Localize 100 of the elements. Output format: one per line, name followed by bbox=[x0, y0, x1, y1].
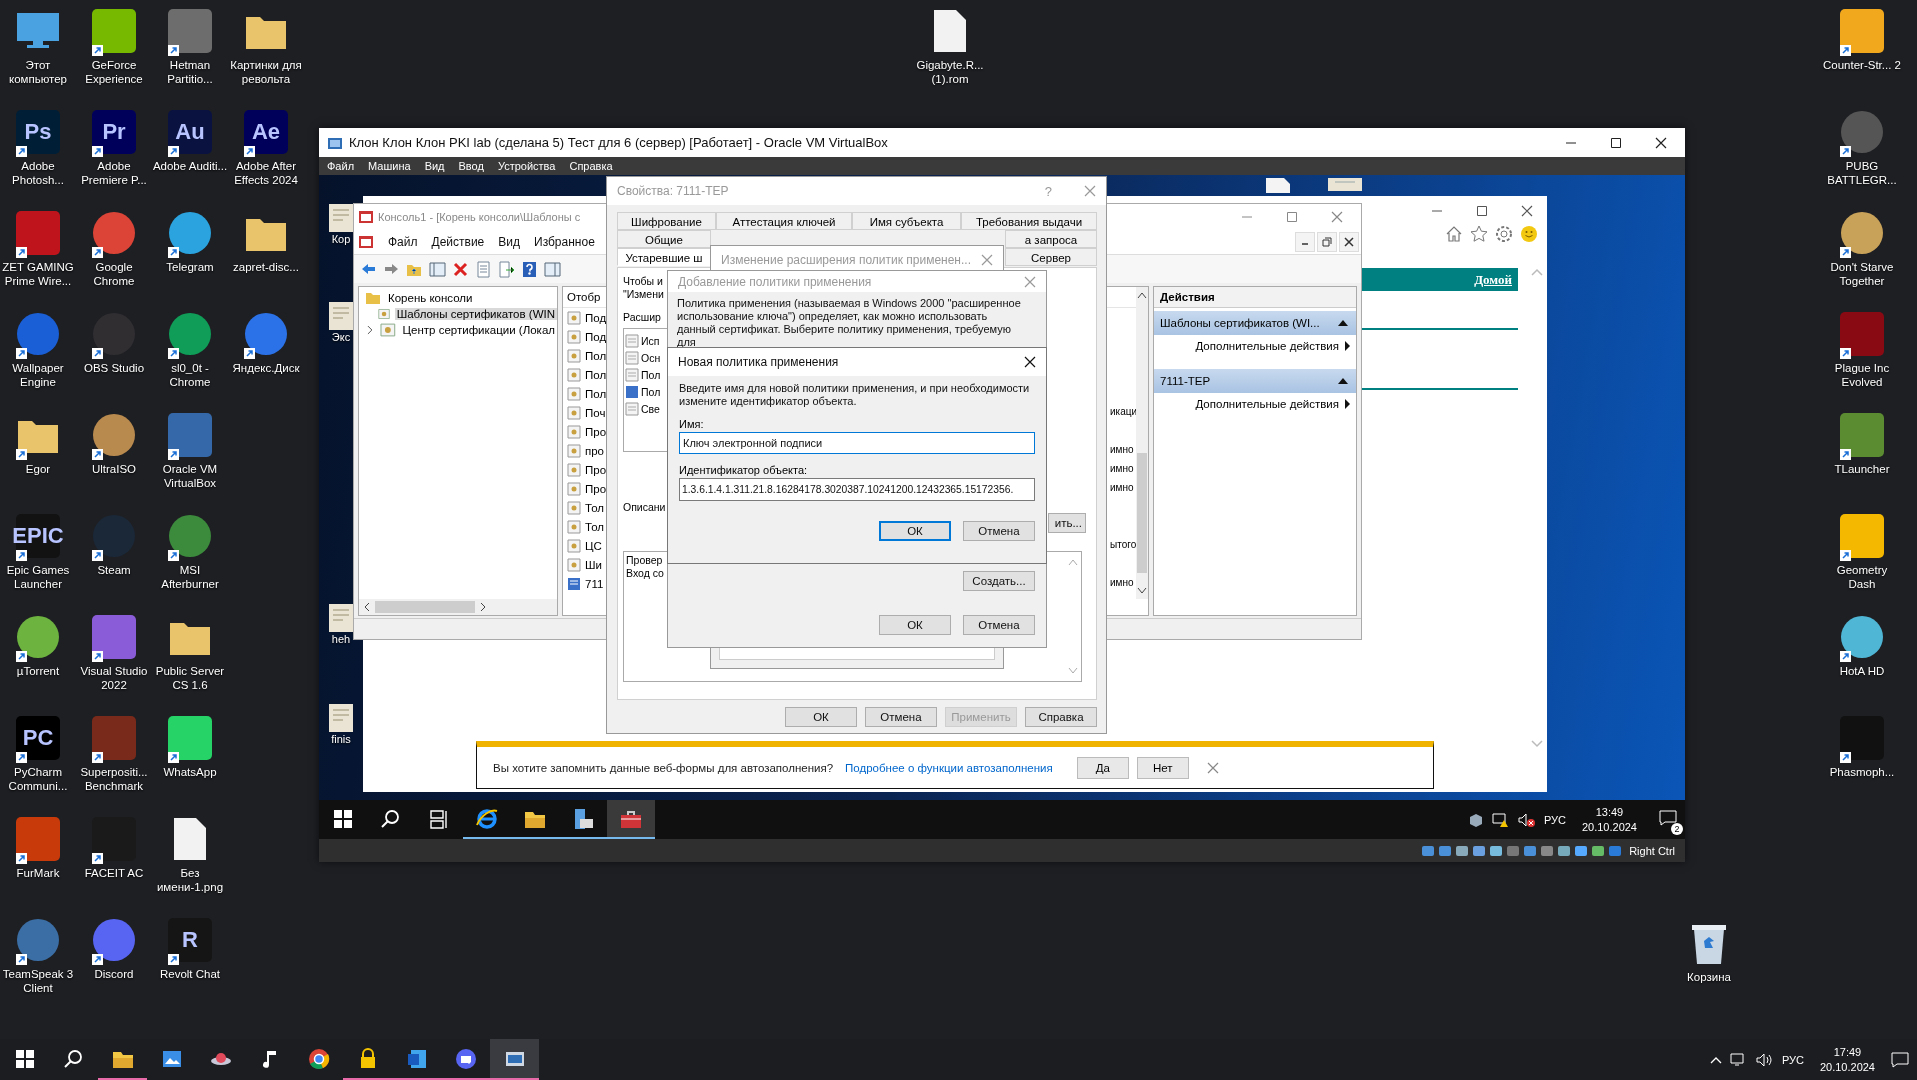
list-item[interactable]: Пол bbox=[641, 368, 661, 381]
virtualization-icon[interactable] bbox=[1574, 843, 1589, 858]
identifier-field[interactable]: 1.3.6.1.4.1.311.21.8.16284178.3020387.10241200.12432365.15172356. bbox=[679, 478, 1035, 501]
monitor-icon[interactable] bbox=[15, 11, 61, 51]
panel-icon[interactable] bbox=[429, 260, 446, 278]
file-icon[interactable] bbox=[933, 9, 967, 53]
list-item[interactable]: Тол bbox=[585, 520, 604, 533]
app-icon[interactable] bbox=[92, 817, 136, 861]
action-group-header[interactable]: 7111-TEP bbox=[1154, 369, 1356, 393]
app-icon[interactable]: Pr bbox=[92, 110, 136, 154]
app-icon[interactable] bbox=[93, 919, 135, 961]
tab[interactable]: Шифрование bbox=[617, 212, 716, 230]
file-icon[interactable] bbox=[328, 301, 354, 331]
arrow-down-icon[interactable] bbox=[1608, 843, 1623, 858]
app-icon[interactable] bbox=[93, 515, 135, 557]
dialog-button[interactable]: Отмена bbox=[865, 707, 937, 727]
dialog-button[interactable]: ОК bbox=[879, 521, 951, 541]
network-icon[interactable] bbox=[1472, 843, 1487, 858]
app-icon[interactable] bbox=[1841, 212, 1883, 254]
menu-item[interactable]: Справка bbox=[569, 160, 613, 172]
list-item[interactable]: Про bbox=[585, 482, 607, 495]
home-link[interactable]: Домой bbox=[1474, 271, 1512, 288]
audio-icon[interactable] bbox=[1455, 843, 1470, 858]
certificate-icon[interactable] bbox=[1327, 177, 1363, 191]
edit-button[interactable]: ить... bbox=[1048, 513, 1086, 533]
name-field[interactable]: Ключ электронной подписи bbox=[679, 432, 1035, 454]
list-item[interactable]: Тол bbox=[585, 501, 604, 514]
chevron-up-icon[interactable] bbox=[1137, 291, 1148, 299]
tab[interactable]: Устаревшие ш bbox=[617, 248, 711, 266]
app-icon[interactable] bbox=[245, 313, 287, 355]
help-icon[interactable] bbox=[521, 260, 538, 278]
notification-button[interactable]: Нет bbox=[1136, 756, 1189, 779]
app-icon[interactable] bbox=[169, 212, 211, 254]
volume-muted-icon[interactable] bbox=[1517, 811, 1536, 828]
restore-icon[interactable] bbox=[1321, 236, 1333, 248]
export-icon[interactable] bbox=[498, 260, 515, 278]
app-icon[interactable] bbox=[169, 515, 211, 557]
star-icon[interactable] bbox=[1470, 225, 1488, 243]
usb-icon[interactable] bbox=[1489, 843, 1504, 858]
clock-time[interactable]: 17:49 bbox=[1833, 1044, 1862, 1060]
menu-item[interactable]: Вид bbox=[498, 235, 520, 249]
home-icon[interactable] bbox=[1445, 225, 1463, 243]
notification-icon[interactable] bbox=[1891, 1051, 1909, 1068]
file-icon[interactable] bbox=[1265, 177, 1291, 193]
tab[interactable]: Имя субъекта bbox=[852, 212, 961, 230]
chevron-down-icon[interactable] bbox=[1137, 587, 1148, 595]
app-icon[interactable]: R bbox=[168, 918, 212, 962]
tab[interactable]: Аттестация ключей bbox=[716, 212, 852, 230]
panel-icon[interactable] bbox=[544, 260, 561, 278]
app-icon[interactable]: PC bbox=[16, 716, 60, 760]
action-item[interactable]: Дополнительные действия bbox=[1154, 393, 1356, 415]
menu-item[interactable]: Действие bbox=[431, 235, 485, 249]
file-icon[interactable] bbox=[328, 603, 354, 633]
dialog-button[interactable]: Справка bbox=[1025, 707, 1097, 727]
list-item[interactable]: про bbox=[585, 444, 605, 457]
network-warning-icon[interactable] bbox=[1491, 811, 1510, 828]
settings-icon[interactable] bbox=[1495, 225, 1513, 243]
list-item[interactable]: 711 bbox=[585, 577, 604, 590]
app-icon[interactable] bbox=[1840, 716, 1884, 760]
list-item[interactable]: Ши bbox=[585, 558, 602, 571]
dialog-button[interactable]: ОК bbox=[785, 707, 857, 727]
app-icon[interactable] bbox=[1840, 312, 1884, 356]
delete-icon[interactable] bbox=[452, 260, 469, 278]
app-icon[interactable] bbox=[17, 919, 59, 961]
tab[interactable]: Требования выдачи bbox=[961, 212, 1097, 230]
tab[interactable]: Сервер bbox=[1005, 248, 1097, 266]
dialog-button[interactable]: ОК bbox=[879, 615, 951, 635]
list-item[interactable]: Пол bbox=[641, 385, 661, 398]
close-icon[interactable] bbox=[1521, 205, 1533, 217]
list-item[interactable]: Под bbox=[585, 330, 607, 343]
menu-item[interactable]: Файл bbox=[327, 160, 355, 172]
action-group-header[interactable]: Шаблоны сертификатов (WI... bbox=[1154, 311, 1356, 335]
app-icon[interactable]: Ps bbox=[16, 110, 60, 154]
close-icon[interactable] bbox=[1343, 236, 1355, 248]
app-icon[interactable] bbox=[169, 313, 211, 355]
list-item[interactable]: ЦС bbox=[585, 539, 602, 552]
tree-item[interactable]: Центр сертификации (Локал bbox=[400, 324, 557, 336]
language-indicator[interactable]: РУС bbox=[1781, 1053, 1804, 1066]
chevron-left-icon[interactable] bbox=[363, 602, 371, 612]
smiley-icon[interactable] bbox=[1520, 225, 1538, 243]
tree-item[interactable]: Шаблоны сертификатов (WIN bbox=[394, 308, 557, 320]
file-icon[interactable] bbox=[328, 703, 354, 733]
chevron-right-icon[interactable] bbox=[479, 602, 487, 612]
maximize-icon[interactable] bbox=[1476, 205, 1488, 217]
maximize-icon[interactable] bbox=[1610, 136, 1622, 149]
app-icon[interactable] bbox=[92, 716, 136, 760]
app-icon[interactable] bbox=[16, 211, 60, 255]
notification-button[interactable]: Да bbox=[1076, 756, 1129, 779]
file-icon[interactable] bbox=[173, 817, 207, 861]
file-icon[interactable] bbox=[328, 203, 354, 233]
create-button[interactable]: Создать... bbox=[963, 571, 1035, 591]
close-icon[interactable] bbox=[1655, 136, 1667, 149]
list-item[interactable]: Пол bbox=[585, 368, 607, 381]
taskbar-button[interactable] bbox=[490, 1039, 539, 1080]
tab[interactable]: а запроса bbox=[1005, 230, 1097, 248]
menu-item[interactable]: Машина bbox=[368, 160, 411, 172]
list-item[interactable]: Пол bbox=[585, 387, 607, 400]
clock-date[interactable]: 20.10.2024 bbox=[1581, 819, 1637, 835]
app-icon[interactable] bbox=[17, 616, 59, 658]
recording-icon[interactable] bbox=[1540, 843, 1555, 858]
